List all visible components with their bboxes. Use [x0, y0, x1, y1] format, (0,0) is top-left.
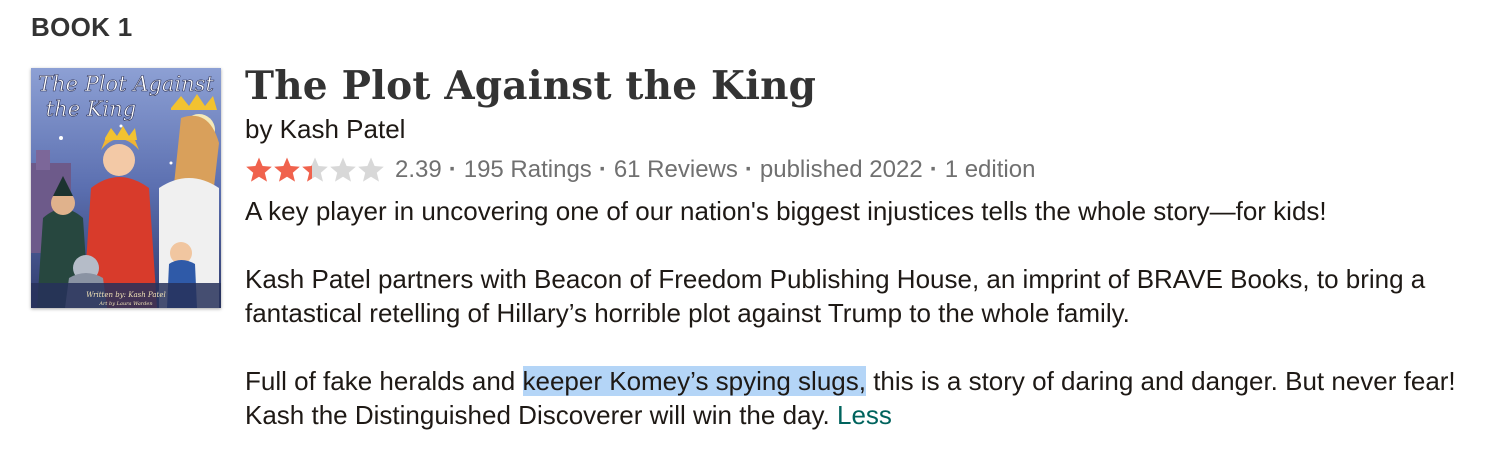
average-rating: 2.39: [395, 156, 442, 183]
meta-separator-dot: ·: [448, 156, 457, 183]
description-paragraph: Full of fake heralds and keeper Komey’s …: [245, 364, 1495, 432]
meta-separator-dot: ·: [929, 156, 938, 183]
description-paragraph: Kash Patel partners with Beacon of Freed…: [245, 264, 1426, 328]
published-year: published 2022: [759, 156, 923, 183]
book-meta-row: 2.39 · 195 Ratings · 61 Reviews · publis…: [245, 152, 1495, 188]
show-less-link[interactable]: Less: [837, 400, 892, 430]
svg-text:Art by Laura Warden: Art by Laura Warden: [98, 301, 152, 307]
description-text: Full of fake heralds and: [245, 366, 523, 396]
rating-stars: [245, 156, 385, 184]
highlighted-text-selection: keeper Komey’s spying slugs,: [522, 366, 866, 396]
star-icon: [330, 157, 356, 182]
editions-count: 1 edition: [944, 156, 1036, 183]
ratings-count: 195 Ratings: [463, 156, 592, 183]
reviews-count: 61 Reviews: [613, 156, 738, 183]
book-section-label: BOOK 1: [31, 12, 133, 42]
book-cover-image[interactable]: Written by: Kash Patel Art by Laura Ward…: [31, 68, 221, 308]
star-icon: [246, 157, 272, 182]
star-icon: [358, 157, 384, 182]
star-icon: [302, 157, 328, 182]
svg-text:the King: the King: [46, 97, 136, 121]
meta-separator-dot: ·: [598, 156, 607, 183]
svg-text:The Plot Against: The Plot Against: [38, 72, 214, 96]
book-cover-illustration: Written by: Kash Patel Art by Laura Ward…: [31, 68, 221, 308]
book-description: A key player in uncovering one of our na…: [245, 194, 1495, 432]
star-icon: [274, 157, 300, 182]
book-details: The Plot Against the King by Kash Patel …: [245, 60, 1495, 432]
svg-text:Written by: Kash Patel: Written by: Kash Patel: [86, 291, 165, 299]
description-paragraph: A key player in uncovering one of our na…: [245, 196, 1327, 226]
book-title[interactable]: The Plot Against the King: [245, 60, 1495, 112]
book-author[interactable]: by Kash Patel: [245, 112, 1495, 146]
meta-separator-dot: ·: [744, 156, 753, 183]
